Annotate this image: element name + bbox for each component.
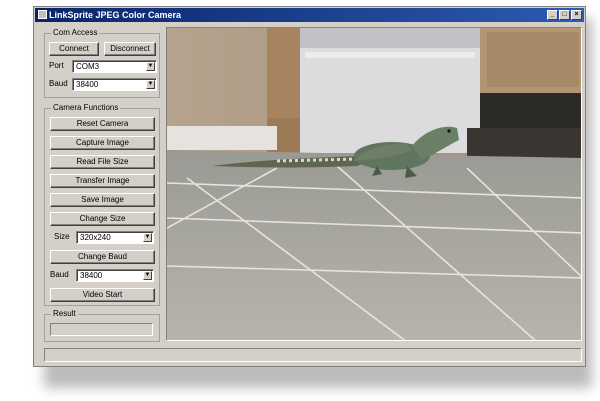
minimize-button[interactable]: _ bbox=[547, 10, 558, 20]
connect-button[interactable]: Connect bbox=[49, 42, 99, 56]
port-select[interactable]: COM3 ▼ bbox=[72, 60, 157, 73]
port-value: COM3 bbox=[76, 62, 100, 71]
result-legend: Result bbox=[51, 309, 78, 319]
video-start-button[interactable]: Video Start bbox=[50, 288, 155, 302]
size-select[interactable]: 320x240 ▼ bbox=[76, 231, 154, 244]
title-bar[interactable]: LinkSprite JPEG Color Camera _ □ × bbox=[35, 8, 584, 22]
size-value: 320x240 bbox=[80, 233, 111, 242]
result-field bbox=[50, 323, 153, 336]
close-button[interactable]: × bbox=[571, 10, 582, 20]
camera-image bbox=[166, 27, 582, 341]
window-title: LinkSprite JPEG Color Camera bbox=[49, 10, 182, 20]
status-bar bbox=[44, 348, 582, 362]
read-file-size-button[interactable]: Read File Size bbox=[50, 155, 155, 169]
disconnect-button[interactable]: Disconnect bbox=[104, 42, 156, 56]
size-label: Size bbox=[54, 232, 70, 241]
camera-baud-value: 38400 bbox=[80, 271, 103, 280]
com-access-legend: Com Access bbox=[51, 28, 100, 38]
close-icon: × bbox=[574, 11, 579, 18]
change-baud-button[interactable]: Change Baud bbox=[50, 250, 155, 264]
maximize-button[interactable]: □ bbox=[559, 10, 570, 20]
app-window: LinkSprite JPEG Color Camera _ □ × Com A… bbox=[33, 6, 586, 367]
baud-label: Baud bbox=[49, 79, 68, 88]
chevron-down-icon[interactable]: ▼ bbox=[146, 62, 155, 71]
chevron-down-icon[interactable]: ▼ bbox=[143, 271, 152, 280]
transfer-image-button[interactable]: Transfer Image bbox=[50, 174, 155, 188]
app-icon bbox=[38, 10, 47, 19]
camera-image-picture bbox=[167, 28, 581, 340]
com-baud-select[interactable]: 38400 ▼ bbox=[72, 78, 157, 91]
minimize-icon: _ bbox=[550, 11, 555, 18]
save-image-button[interactable]: Save Image bbox=[50, 193, 155, 207]
chevron-down-icon[interactable]: ▼ bbox=[143, 233, 152, 242]
result-group: Result bbox=[44, 309, 160, 342]
camera-functions-group: Camera Functions Reset Camera Capture Im… bbox=[44, 103, 160, 306]
maximize-icon: □ bbox=[562, 11, 567, 18]
chevron-down-icon[interactable]: ▼ bbox=[146, 80, 155, 89]
reset-camera-button[interactable]: Reset Camera bbox=[50, 117, 155, 131]
capture-image-button[interactable]: Capture Image bbox=[50, 136, 155, 150]
camera-baud-label: Baud bbox=[50, 270, 69, 279]
camera-functions-legend: Camera Functions bbox=[51, 103, 121, 113]
change-size-button[interactable]: Change Size bbox=[50, 212, 155, 226]
com-access-group: Com Access Connect Disconnect Port COM3 … bbox=[44, 28, 160, 98]
port-label: Port bbox=[49, 61, 64, 70]
com-baud-value: 38400 bbox=[76, 80, 99, 89]
camera-baud-select[interactable]: 38400 ▼ bbox=[76, 269, 154, 282]
